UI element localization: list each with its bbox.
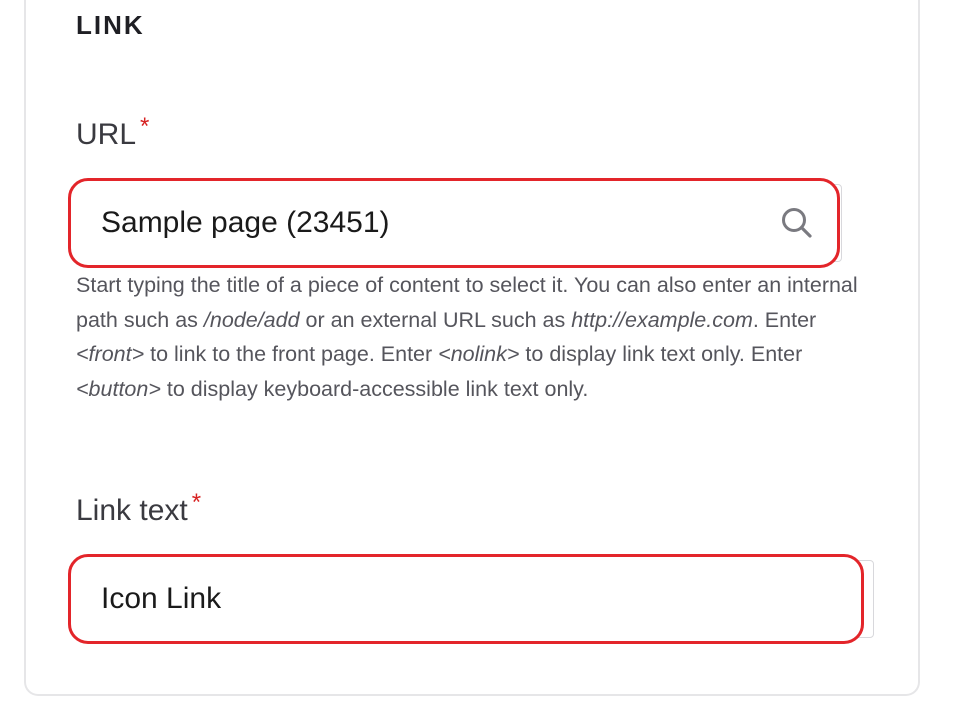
link-fieldset: LINK URL * Sample page (23451) Start typi… bbox=[24, 0, 920, 696]
link-text-input[interactable]: Icon Link bbox=[68, 554, 864, 644]
link-text-required-mark: * bbox=[191, 489, 202, 516]
help-nolink-token: <nolink> bbox=[438, 342, 520, 366]
url-label: URL * bbox=[76, 115, 149, 151]
url-input-value: Sample page (23451) bbox=[101, 206, 390, 239]
section-title: LINK bbox=[76, 10, 145, 40]
link-text-label-text: Link text bbox=[76, 494, 188, 527]
url-label-text: URL bbox=[76, 118, 137, 151]
help-front-token: <front> bbox=[76, 342, 145, 366]
link-text-label: Link text * bbox=[76, 491, 201, 527]
url-help-text: Start typing the title of a piece of con… bbox=[76, 273, 858, 401]
help-button-token: <button> bbox=[76, 376, 161, 401]
url-required-mark: * bbox=[140, 113, 150, 140]
url-input[interactable]: Sample page (23451) bbox=[68, 178, 840, 268]
link-text-input-value: Icon Link bbox=[101, 582, 222, 615]
search-icon[interactable] bbox=[779, 205, 815, 241]
help-url-example: http://example.com bbox=[571, 307, 753, 332]
help-path-example: /node/add bbox=[203, 307, 300, 332]
